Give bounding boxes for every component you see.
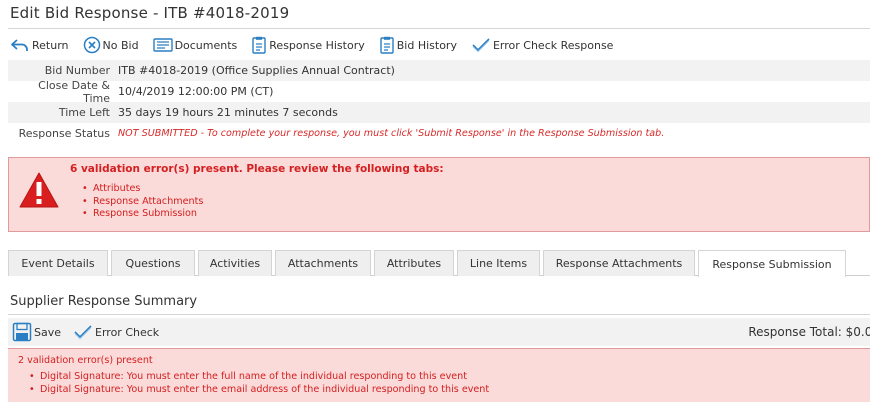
response-history-icon xyxy=(252,36,266,54)
title-divider xyxy=(8,28,870,29)
error-check-response-button[interactable]: Error Check Response xyxy=(471,37,613,53)
close-date-label: Close Date & Time xyxy=(38,78,110,105)
save-label: Save xyxy=(34,325,62,339)
documents-icon xyxy=(152,38,173,52)
response-status-value: NOT SUBMITTED - To complete your respons… xyxy=(118,128,665,139)
tab-line-items[interactable]: Line Items xyxy=(457,250,540,276)
error-check-button[interactable]: Error Check xyxy=(73,324,159,340)
return-button[interactable]: Return xyxy=(10,38,69,52)
response-total: Response Total: $0.00 xyxy=(748,325,870,339)
documents-button[interactable]: Documents xyxy=(152,37,238,53)
close-date-value: 10/4/2019 12:00:00 PM (CT) xyxy=(118,85,274,98)
validation-tab-link[interactable]: Attributes xyxy=(82,183,203,196)
save-disk-icon xyxy=(12,322,32,342)
tab-response-submission[interactable]: Response Submission xyxy=(698,250,846,277)
bid-info-table: Bid Number ITB #4018-2019 (Office Suppli… xyxy=(8,60,870,144)
summary-error-item: Digital Signature: You must enter the em… xyxy=(29,384,489,397)
return-arrow-icon xyxy=(11,39,28,51)
bid-number-value: ITB #4018-2019 (Office Supplies Annual C… xyxy=(118,64,395,77)
page-title: Edit Bid Response - ITB #4018-2019 xyxy=(10,4,290,22)
response-status-label: Response Status xyxy=(18,127,110,140)
info-row-time-left: Time Left 35 days 19 hours 21 minutes 7 … xyxy=(8,102,870,123)
summary-error-list: Digital Signature: You must enter the fu… xyxy=(29,371,489,397)
tab-activities[interactable]: Activities xyxy=(198,250,272,276)
validation-tab-link[interactable]: Response Submission xyxy=(82,208,203,221)
summary-error-panel: 2 validation error(s) present Digital Si… xyxy=(8,348,870,402)
tab-response-attachments[interactable]: Response Attachments xyxy=(543,250,695,276)
response-history-label: Response History xyxy=(269,38,365,52)
summary-error-item: Digital Signature: You must enter the fu… xyxy=(29,371,489,384)
tab-questions[interactable]: Questions xyxy=(111,250,195,276)
info-row-bid-number: Bid Number ITB #4018-2019 (Office Suppli… xyxy=(8,60,870,81)
tab-bar: Event Details Questions Activities Attac… xyxy=(8,250,870,277)
tab-attachments[interactable]: Attachments xyxy=(275,250,371,276)
return-label: Return xyxy=(32,38,69,52)
validation-error-panel: 6 validation error(s) present. Please re… xyxy=(8,157,870,232)
summary-error-title: 2 validation error(s) present xyxy=(18,355,153,366)
no-bid-button[interactable]: No Bid xyxy=(83,36,139,54)
time-left-label: Time Left xyxy=(58,106,110,119)
section-divider xyxy=(8,314,870,315)
error-check-label: Error Check xyxy=(95,325,160,339)
documents-label: Documents xyxy=(174,38,238,52)
bid-history-icon xyxy=(380,36,394,54)
validation-tab-link[interactable]: Response Attachments xyxy=(82,196,203,209)
checkmark-icon xyxy=(472,38,490,53)
info-row-response-status: Response Status NOT SUBMITTED - To compl… xyxy=(8,123,870,144)
warning-triangle-icon xyxy=(19,172,59,208)
section-title: Supplier Response Summary xyxy=(10,294,198,309)
time-left-value: 35 days 19 hours 21 minutes 7 seconds xyxy=(118,106,338,119)
validation-error-title: 6 validation error(s) present. Please re… xyxy=(70,163,444,175)
checkmark-icon xyxy=(74,325,92,340)
info-row-close-date: Close Date & Time 10/4/2019 12:00:00 PM … xyxy=(8,78,870,105)
no-bid-label: No Bid xyxy=(102,38,139,52)
bid-history-label: Bid History xyxy=(396,38,457,52)
summary-toolbar: Save Error Check Response Total: $0.00 xyxy=(8,318,870,346)
main-toolbar: Return No Bid Documents Response History… xyxy=(10,34,627,56)
no-bid-x-icon xyxy=(83,36,100,54)
tab-event-details[interactable]: Event Details xyxy=(8,250,108,276)
error-check-response-label: Error Check Response xyxy=(492,38,614,52)
validation-tab-list: Attributes Response Attachments Response… xyxy=(82,183,203,221)
bid-number-label: Bid Number xyxy=(44,64,110,77)
bid-history-button[interactable]: Bid History xyxy=(379,36,457,54)
response-history-button[interactable]: Response History xyxy=(251,36,365,54)
save-button[interactable]: Save xyxy=(12,322,61,342)
tab-attributes[interactable]: Attributes xyxy=(374,250,454,276)
